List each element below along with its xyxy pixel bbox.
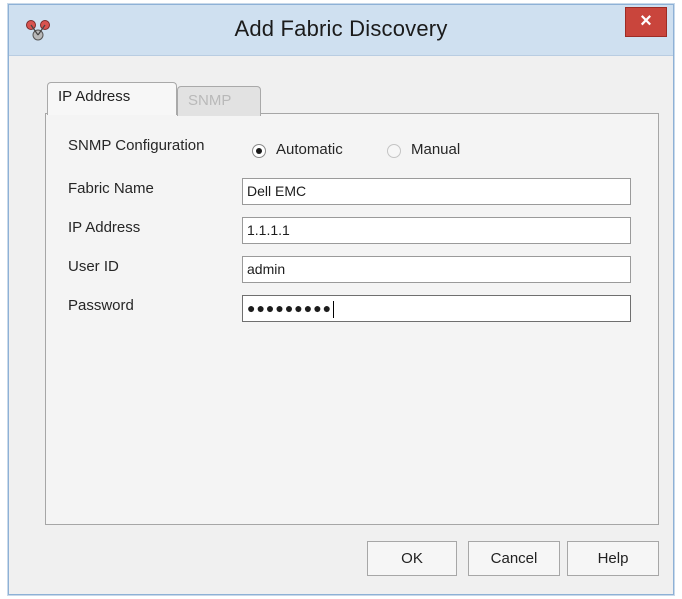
tab-snmp[interactable]: SNMP bbox=[177, 86, 261, 116]
password-field[interactable]: ●●●●●●●●● bbox=[242, 295, 631, 322]
close-button[interactable]: × bbox=[625, 7, 667, 37]
automatic-radio[interactable] bbox=[252, 144, 266, 158]
close-icon: × bbox=[640, 10, 652, 32]
tab-ip-address-label: IP Address bbox=[58, 88, 131, 105]
password-masked-value: ●●●●●●●●● bbox=[247, 300, 333, 316]
window-title: Add Fabric Discovery bbox=[234, 16, 448, 41]
automatic-radio-label[interactable]: Automatic bbox=[276, 141, 343, 158]
tab-ip-address[interactable]: IP Address bbox=[47, 82, 177, 115]
user-id-field[interactable]: admin bbox=[242, 256, 631, 283]
ok-button[interactable]: OK bbox=[367, 541, 457, 576]
dialog-window: Add Fabric Discovery × IP Address SNMP S… bbox=[8, 4, 674, 595]
fabric-name-label: Fabric Name bbox=[68, 180, 154, 197]
title-bar[interactable]: Add Fabric Discovery × bbox=[9, 5, 673, 56]
manual-radio-label[interactable]: Manual bbox=[411, 141, 460, 158]
snmp-configuration-label: SNMP Configuration bbox=[68, 137, 205, 154]
manual-radio[interactable] bbox=[387, 144, 401, 158]
ip-address-field[interactable]: 1.1.1.1 bbox=[242, 217, 631, 244]
text-caret bbox=[333, 300, 335, 318]
user-id-label: User ID bbox=[68, 258, 119, 275]
fabric-name-field[interactable]: Dell EMC bbox=[242, 178, 631, 205]
password-label: Password bbox=[68, 297, 134, 314]
tab-snmp-label: SNMP bbox=[188, 92, 232, 109]
cancel-button[interactable]: Cancel bbox=[468, 541, 560, 576]
dialog-content: IP Address SNMP SNMP Configuration Autom… bbox=[9, 56, 673, 594]
ip-address-panel: SNMP Configuration Automatic Manual Fabr… bbox=[45, 113, 659, 525]
help-button[interactable]: Help bbox=[567, 541, 659, 576]
ip-address-label: IP Address bbox=[68, 219, 141, 236]
